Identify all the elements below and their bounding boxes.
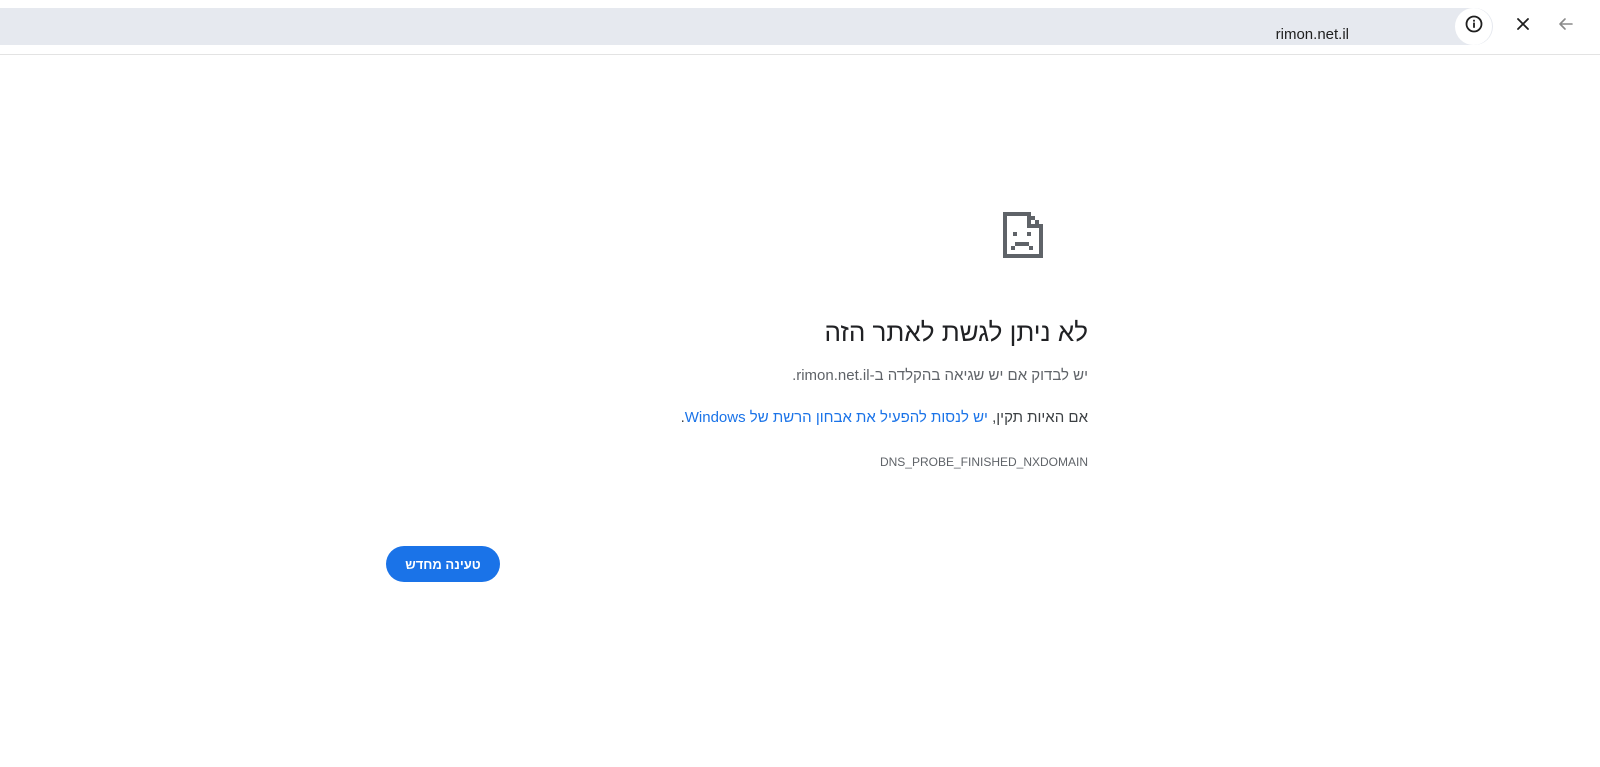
suggestion-prefix: אם האיות תקין, bbox=[987, 409, 1088, 426]
typo-hint-prefix: יש לבדוק אם יש שגיאה בהקלדה ב- bbox=[869, 367, 1088, 384]
info-circle-icon bbox=[1464, 14, 1484, 39]
sad-document-icon bbox=[1001, 210, 1045, 265]
url-text[interactable]: rimon.net.il bbox=[1276, 26, 1349, 43]
typo-hint: יש לבדוק אם יש שגיאה בהקלדה ב-rimon.net.… bbox=[388, 366, 1088, 386]
close-icon bbox=[1515, 16, 1531, 37]
site-info-button[interactable] bbox=[1455, 8, 1492, 45]
arrow-back-icon bbox=[1557, 15, 1575, 38]
address-bar[interactable]: rimon.net.il bbox=[0, 8, 1493, 45]
error-message-block: לא ניתן לגשת לאתר הזה יש לבדוק אם יש שגי… bbox=[388, 310, 1088, 470]
error-heading: לא ניתן לגשת לאתר הזה bbox=[824, 317, 1088, 347]
back-button[interactable] bbox=[1552, 12, 1580, 40]
browser-toolbar: rimon.net.il bbox=[0, 0, 1600, 55]
diagnostics-suggestion: אם האיות תקין, יש לנסות להפעיל את אבחון … bbox=[388, 408, 1088, 428]
reload-button[interactable]: טעינה מחדש bbox=[386, 546, 500, 582]
network-diagnostics-link[interactable]: יש לנסות להפעיל את אבחון הרשת של Windows bbox=[685, 409, 988, 426]
typo-hint-domain: rimon.net.il bbox=[796, 367, 870, 384]
stop-loading-button[interactable] bbox=[1509, 12, 1537, 40]
error-code: DNS_PROBE_FINISHED_NXDOMAIN bbox=[879, 455, 1088, 469]
